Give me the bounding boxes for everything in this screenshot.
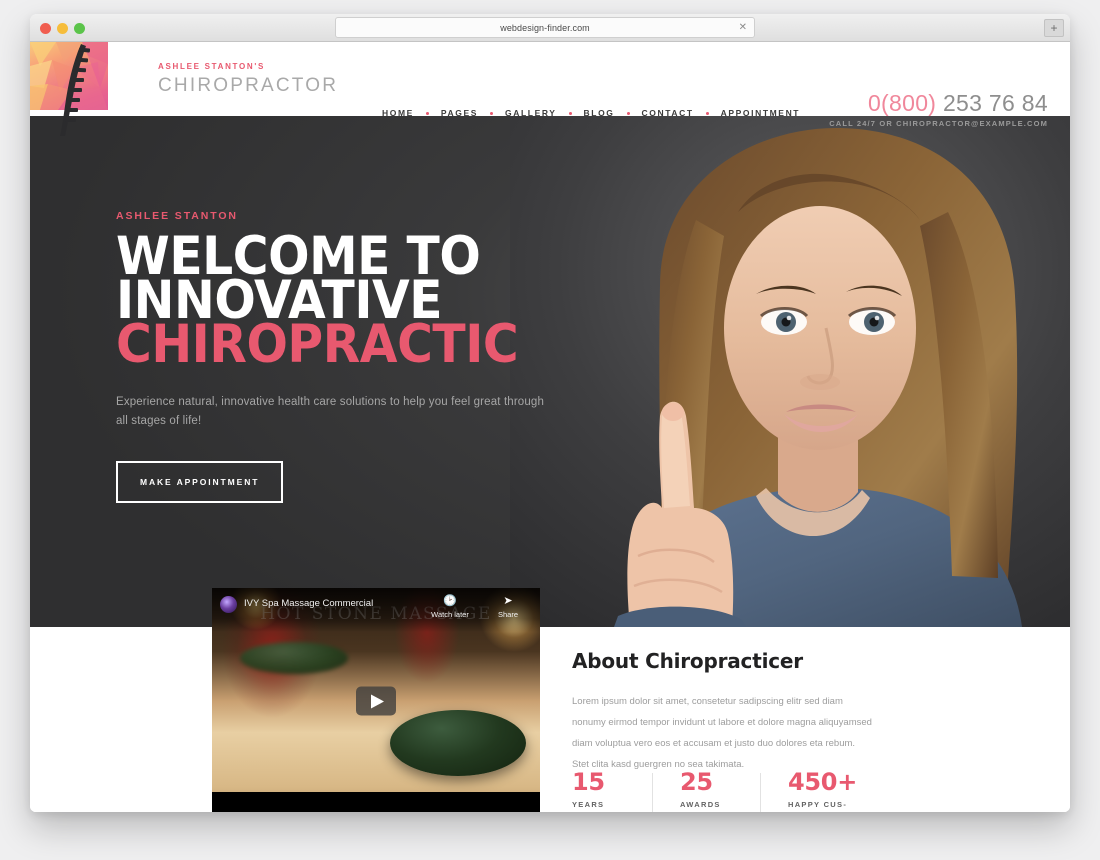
about-body: Lorem ipsum dolor sit amet, consetetur s…: [572, 696, 872, 770]
phone-prefix: 0(800): [867, 90, 937, 116]
video-card: Hot Stone Massage IVY Spa Massage Commer…: [212, 588, 540, 812]
plus-icon[interactable]: +: [1044, 19, 1064, 37]
phone-number[interactable]: 0(800) 253 76 84: [829, 90, 1048, 116]
url-text: webdesign-finder.com: [500, 22, 590, 33]
minimize-window-button[interactable]: [57, 23, 68, 34]
brand-eyebrow: ASHLEE STANTON'S: [158, 62, 266, 71]
video-title[interactable]: IVY Spa Massage Commercial: [244, 594, 373, 614]
channel-avatar-icon[interactable]: [220, 596, 237, 613]
header-contact: 0(800) 253 76 84 CALL 24/7 OR CHIROPRACT…: [829, 90, 1048, 128]
youtube-actions: 🕑 Watch later ➤ Share: [428, 594, 532, 619]
page-viewport: ASHLEE STANTON'S CHIROPRACTOR HOME PAGES…: [30, 42, 1070, 812]
stat-item: 450+ HAPPY CUS-TOMERS: [760, 769, 873, 812]
nav-item-blog[interactable]: BLOG: [572, 108, 627, 118]
address-bar[interactable]: webdesign-finder.com ✕: [335, 17, 755, 38]
hero-portrait-photo: [510, 116, 1070, 627]
vertebrae-icon: [60, 44, 90, 136]
watch-later-button[interactable]: 🕑 Watch later: [428, 594, 472, 619]
close-window-button[interactable]: [40, 23, 51, 34]
share-arrow-icon: ➤: [503, 595, 513, 607]
nav-item-home[interactable]: HOME: [370, 108, 426, 118]
youtube-player[interactable]: Hot Stone Massage IVY Spa Massage Commer…: [212, 588, 540, 812]
nav-item-appointment[interactable]: APPOINTMENT: [709, 108, 812, 118]
nav-item-pages[interactable]: PAGES: [429, 108, 490, 118]
hero-title: WELCOME TO INNOVATIVE CHIROPRACTIC: [116, 230, 519, 375]
share-button[interactable]: ➤ Share: [486, 594, 530, 619]
browser-window: webdesign-finder.com ✕ + ASHLEE STANTON'…: [30, 14, 1070, 812]
stat-label: YEARS EXPERI-ENCE: [572, 800, 605, 809]
stat-label: HAPPY CUS-TOMERS: [788, 800, 848, 809]
stat-label: AWARDS NOMINEES: [680, 800, 721, 809]
stat-item: 25 AWARDS NOMINEES: [652, 769, 760, 812]
make-appointment-button[interactable]: MAKE APPOINTMENT: [116, 461, 284, 503]
hero-content: ASHLEE STANTON WELCOME TO INNOVATIVE CHI…: [116, 210, 546, 503]
close-icon[interactable]: ✕: [739, 22, 747, 34]
massage-stone-background: [240, 642, 348, 674]
stat-item: 15 YEARS EXPERI-ENCE: [572, 769, 652, 812]
phone-digits: 253 76 84: [942, 90, 1048, 116]
maximize-window-button[interactable]: [74, 23, 85, 34]
browser-chrome: webdesign-finder.com ✕ +: [30, 14, 1070, 42]
brand-name: CHIROPRACTOR: [158, 75, 339, 96]
stat-value: 15: [572, 768, 605, 796]
hero-section: ASHLEE STANTON WELCOME TO INNOVATIVE CHI…: [30, 116, 1070, 627]
hero-subtitle: Experience natural, innovative health ca…: [116, 396, 544, 427]
watch-later-label: Watch later: [431, 610, 469, 619]
massage-stone-foreground: [390, 710, 526, 776]
main-navigation: HOME PAGES GALLERY BLOG CONTACT APPOINTM…: [370, 108, 812, 118]
about-text-column: About Chiropracticer Lorem ipsum dolor s…: [572, 649, 872, 775]
brand-block[interactable]: ASHLEE STANTON'S CHIROPRACTOR: [158, 62, 338, 97]
contact-subtext: CALL 24/7 OR CHIROPRACTOR@EXAMPLE.COM: [829, 119, 1048, 128]
youtube-top-bar: IVY Spa Massage Commercial 🕑 Watch later…: [212, 588, 540, 632]
window-controls: [40, 23, 85, 34]
clock-icon: 🕑: [443, 595, 457, 607]
hero-title-accent: CHIROPRACTIC: [116, 314, 519, 375]
site-header: ASHLEE STANTON'S CHIROPRACTOR HOME PAGES…: [30, 42, 1070, 136]
youtube-control-bar[interactable]: [212, 792, 540, 812]
woman-pointing-illustration: [510, 116, 1070, 627]
stat-value: 450+: [788, 768, 858, 796]
share-label: Share: [497, 610, 518, 619]
play-icon[interactable]: [356, 686, 396, 716]
nav-item-gallery[interactable]: GALLERY: [493, 108, 569, 118]
hero-eyebrow: ASHLEE STANTON: [116, 210, 238, 222]
stat-value: 25: [680, 768, 713, 796]
nav-item-contact[interactable]: CONTACT: [630, 108, 706, 118]
stats-row: 15 YEARS EXPERI-ENCE 25 AWARDS NOMINEES …: [572, 769, 892, 812]
spine-logo-icon[interactable]: [30, 42, 108, 136]
about-section: Hot Stone Massage IVY Spa Massage Commer…: [30, 588, 1070, 812]
about-title: About Chiropracticer: [572, 649, 803, 673]
